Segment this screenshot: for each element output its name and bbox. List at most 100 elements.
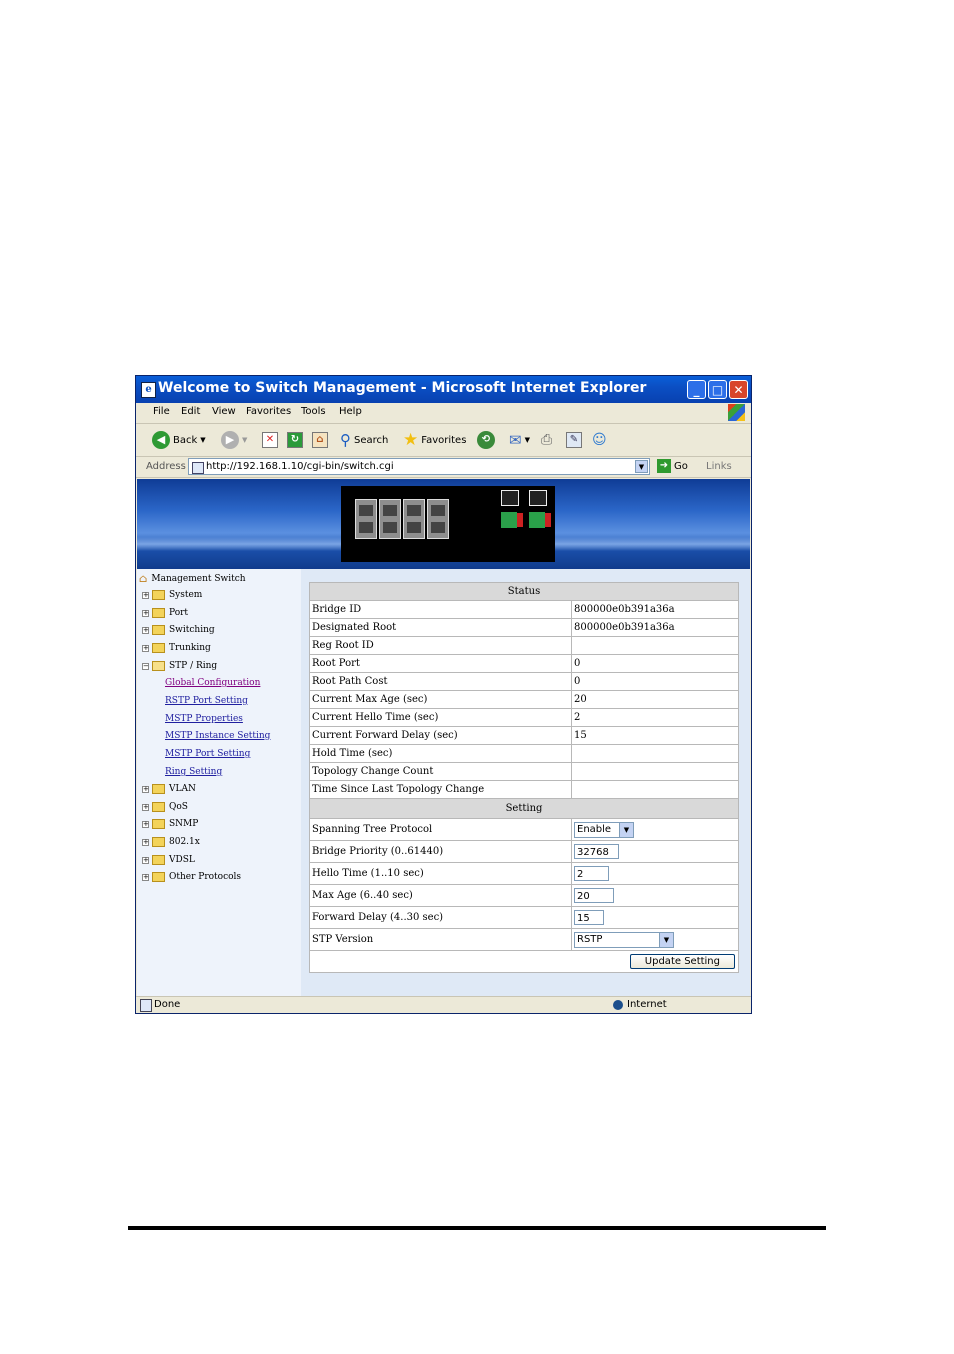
menu-help[interactable]: Help	[339, 406, 362, 417]
expand-icon[interactable]: +	[142, 626, 149, 634]
sidebar-item-vdsl[interactable]: + VDSL	[142, 855, 195, 865]
page-content: ⌂ Management Switch + System + Port + Switc…	[137, 479, 750, 996]
table-row: Time Since Last Topology Change	[309, 780, 739, 799]
expand-icon[interactable]: +	[142, 856, 149, 864]
forward-delay-input[interactable]: 15	[574, 910, 604, 925]
sfp-port-2[interactable]	[529, 490, 547, 506]
star-icon: ★	[403, 430, 419, 450]
port-4[interactable]	[427, 499, 449, 539]
sidebar-link-rstp-port-setting[interactable]: RSTP Port Setting	[165, 696, 248, 706]
menu-file[interactable]: File	[153, 406, 170, 417]
port-1[interactable]	[355, 499, 377, 539]
folder-icon	[152, 590, 165, 600]
expand-icon[interactable]: +	[142, 785, 149, 793]
table-row: Current Max Age (sec) 20	[309, 690, 739, 709]
row-value	[571, 780, 739, 799]
edit-button[interactable]: ✎	[566, 430, 582, 450]
home-button[interactable]: ⌂	[312, 430, 328, 450]
sidebar-link-mstp-properties[interactable]: MSTP Properties	[165, 714, 243, 724]
expand-icon[interactable]: +	[142, 873, 149, 881]
search-button[interactable]: ⚲ Search	[340, 430, 388, 450]
sidebar-link-mstp-port-setting[interactable]: MSTP Port Setting	[165, 749, 250, 759]
expand-icon[interactable]: +	[142, 820, 149, 828]
max-age-input[interactable]: 20	[574, 888, 614, 903]
chevron-down-icon[interactable]: ▼	[635, 460, 648, 473]
chevron-down-icon: ▼	[524, 436, 530, 444]
row-value: 800000e0b391a36a	[571, 618, 739, 637]
tree-root[interactable]: ⌂ Management Switch	[139, 572, 246, 585]
collapse-icon[interactable]: −	[142, 662, 149, 670]
spanning-tree-select[interactable]: Enable ▼	[574, 821, 634, 838]
favorites-label: Favorites	[421, 434, 467, 446]
hello-time-input[interactable]: 2	[574, 866, 609, 881]
maximize-button[interactable]: □	[708, 380, 727, 399]
tree-root-label: Management Switch	[151, 573, 246, 584]
refresh-button[interactable]: ↻	[287, 430, 303, 450]
menu-view[interactable]: View	[212, 406, 236, 417]
messenger-icon: ☺	[592, 432, 607, 448]
sidebar-tree: ⌂ Management Switch + System + Port + Switc…	[137, 569, 301, 996]
expand-icon[interactable]: +	[142, 609, 149, 617]
row-label: Spanning Tree Protocol	[309, 818, 572, 841]
port-3[interactable]	[403, 499, 425, 539]
table-row: Hold Time (sec)	[309, 744, 739, 763]
expand-icon[interactable]: +	[142, 803, 149, 811]
messenger-button[interactable]: ☺	[592, 430, 607, 450]
table-row: Root Path Cost 0	[309, 672, 739, 691]
sidebar-item-qos[interactable]: + QoS	[142, 802, 188, 812]
favorites-button[interactable]: ★ Favorites	[403, 430, 466, 450]
sidebar-item-trunking[interactable]: + Trunking	[142, 643, 211, 653]
sfp-port-1[interactable]	[501, 490, 519, 506]
table-row: Topology Change Count	[309, 762, 739, 781]
menu-favorites[interactable]: Favorites	[246, 406, 291, 417]
stop-button[interactable]: ✕	[262, 430, 278, 450]
sidebar-item-label: 802.1x	[169, 837, 200, 847]
table-row: Max Age (6..40 sec) 20	[309, 884, 739, 907]
mail-button[interactable]: ✉ ▼	[509, 430, 530, 450]
folder-icon	[152, 819, 165, 829]
sidebar-item-switching[interactable]: + Switching	[142, 625, 215, 635]
expand-icon[interactable]: +	[142, 644, 149, 652]
row-label: Bridge Priority (0..61440)	[309, 840, 572, 863]
home-icon: ⌂	[312, 432, 328, 448]
edit-icon: ✎	[566, 432, 582, 448]
address-input[interactable]: http://192.168.1.10/cgi-bin/switch.cgi ▼	[188, 458, 650, 475]
browser-window: e Welcome to Switch Management - Microso…	[135, 375, 752, 1014]
expand-icon[interactable]: +	[142, 838, 149, 846]
vdsl-port-2[interactable]	[529, 512, 545, 528]
stp-version-select[interactable]: RSTP ▼	[574, 931, 674, 948]
sidebar-item-system[interactable]: + System	[142, 590, 202, 600]
print-button[interactable]: ⎙	[541, 430, 552, 450]
history-button[interactable]: ⟲	[477, 430, 495, 450]
back-button[interactable]: ◀ Back ▼	[152, 430, 206, 450]
menu-edit[interactable]: Edit	[181, 406, 200, 417]
bridge-priority-input[interactable]: 32768	[574, 844, 619, 859]
sidebar-item-8021x[interactable]: +802.1x	[142, 837, 200, 847]
sidebar-item-port[interactable]: + Port	[142, 608, 188, 618]
port-2[interactable]	[379, 499, 401, 539]
menu-tools[interactable]: Tools	[301, 406, 326, 417]
sidebar-item-stp-ring[interactable]: − STP / Ring	[142, 661, 217, 671]
menu-bar: File Edit View Favorites Tools Help	[136, 403, 751, 424]
status-header: Status	[309, 582, 739, 601]
expand-icon[interactable]: +	[142, 591, 149, 599]
close-button[interactable]: ✕	[729, 380, 748, 399]
sidebar-link-mstp-instance-setting[interactable]: MSTP Instance Setting	[165, 731, 270, 741]
update-setting-button[interactable]: Update Setting	[629, 954, 735, 969]
chevron-down-icon: ▼	[200, 436, 206, 444]
sidebar-item-snmp[interactable]: + SNMP	[142, 819, 198, 829]
vdsl-port-1[interactable]	[501, 512, 517, 528]
sidebar-link-global-configuration[interactable]: Global Configuration	[165, 678, 260, 688]
folder-icon	[152, 625, 165, 635]
forward-button[interactable]: ▶ ▼	[221, 430, 247, 450]
vdsl-led-2	[545, 513, 551, 527]
table-row: Reg Root ID	[309, 636, 739, 655]
sidebar-link-ring-setting[interactable]: Ring Setting	[165, 767, 222, 777]
links-button[interactable]: Links	[706, 461, 732, 472]
go-button[interactable]: ➜ Go	[657, 459, 688, 473]
table-row: Bridge ID 800000e0b391a36a	[309, 600, 739, 619]
forward-arrow-icon: ▶	[221, 431, 239, 449]
sidebar-item-vlan[interactable]: + VLAN	[142, 784, 196, 794]
minimize-button[interactable]: _	[687, 380, 706, 399]
sidebar-item-other-protocols[interactable]: + Other Protocols	[142, 872, 241, 882]
